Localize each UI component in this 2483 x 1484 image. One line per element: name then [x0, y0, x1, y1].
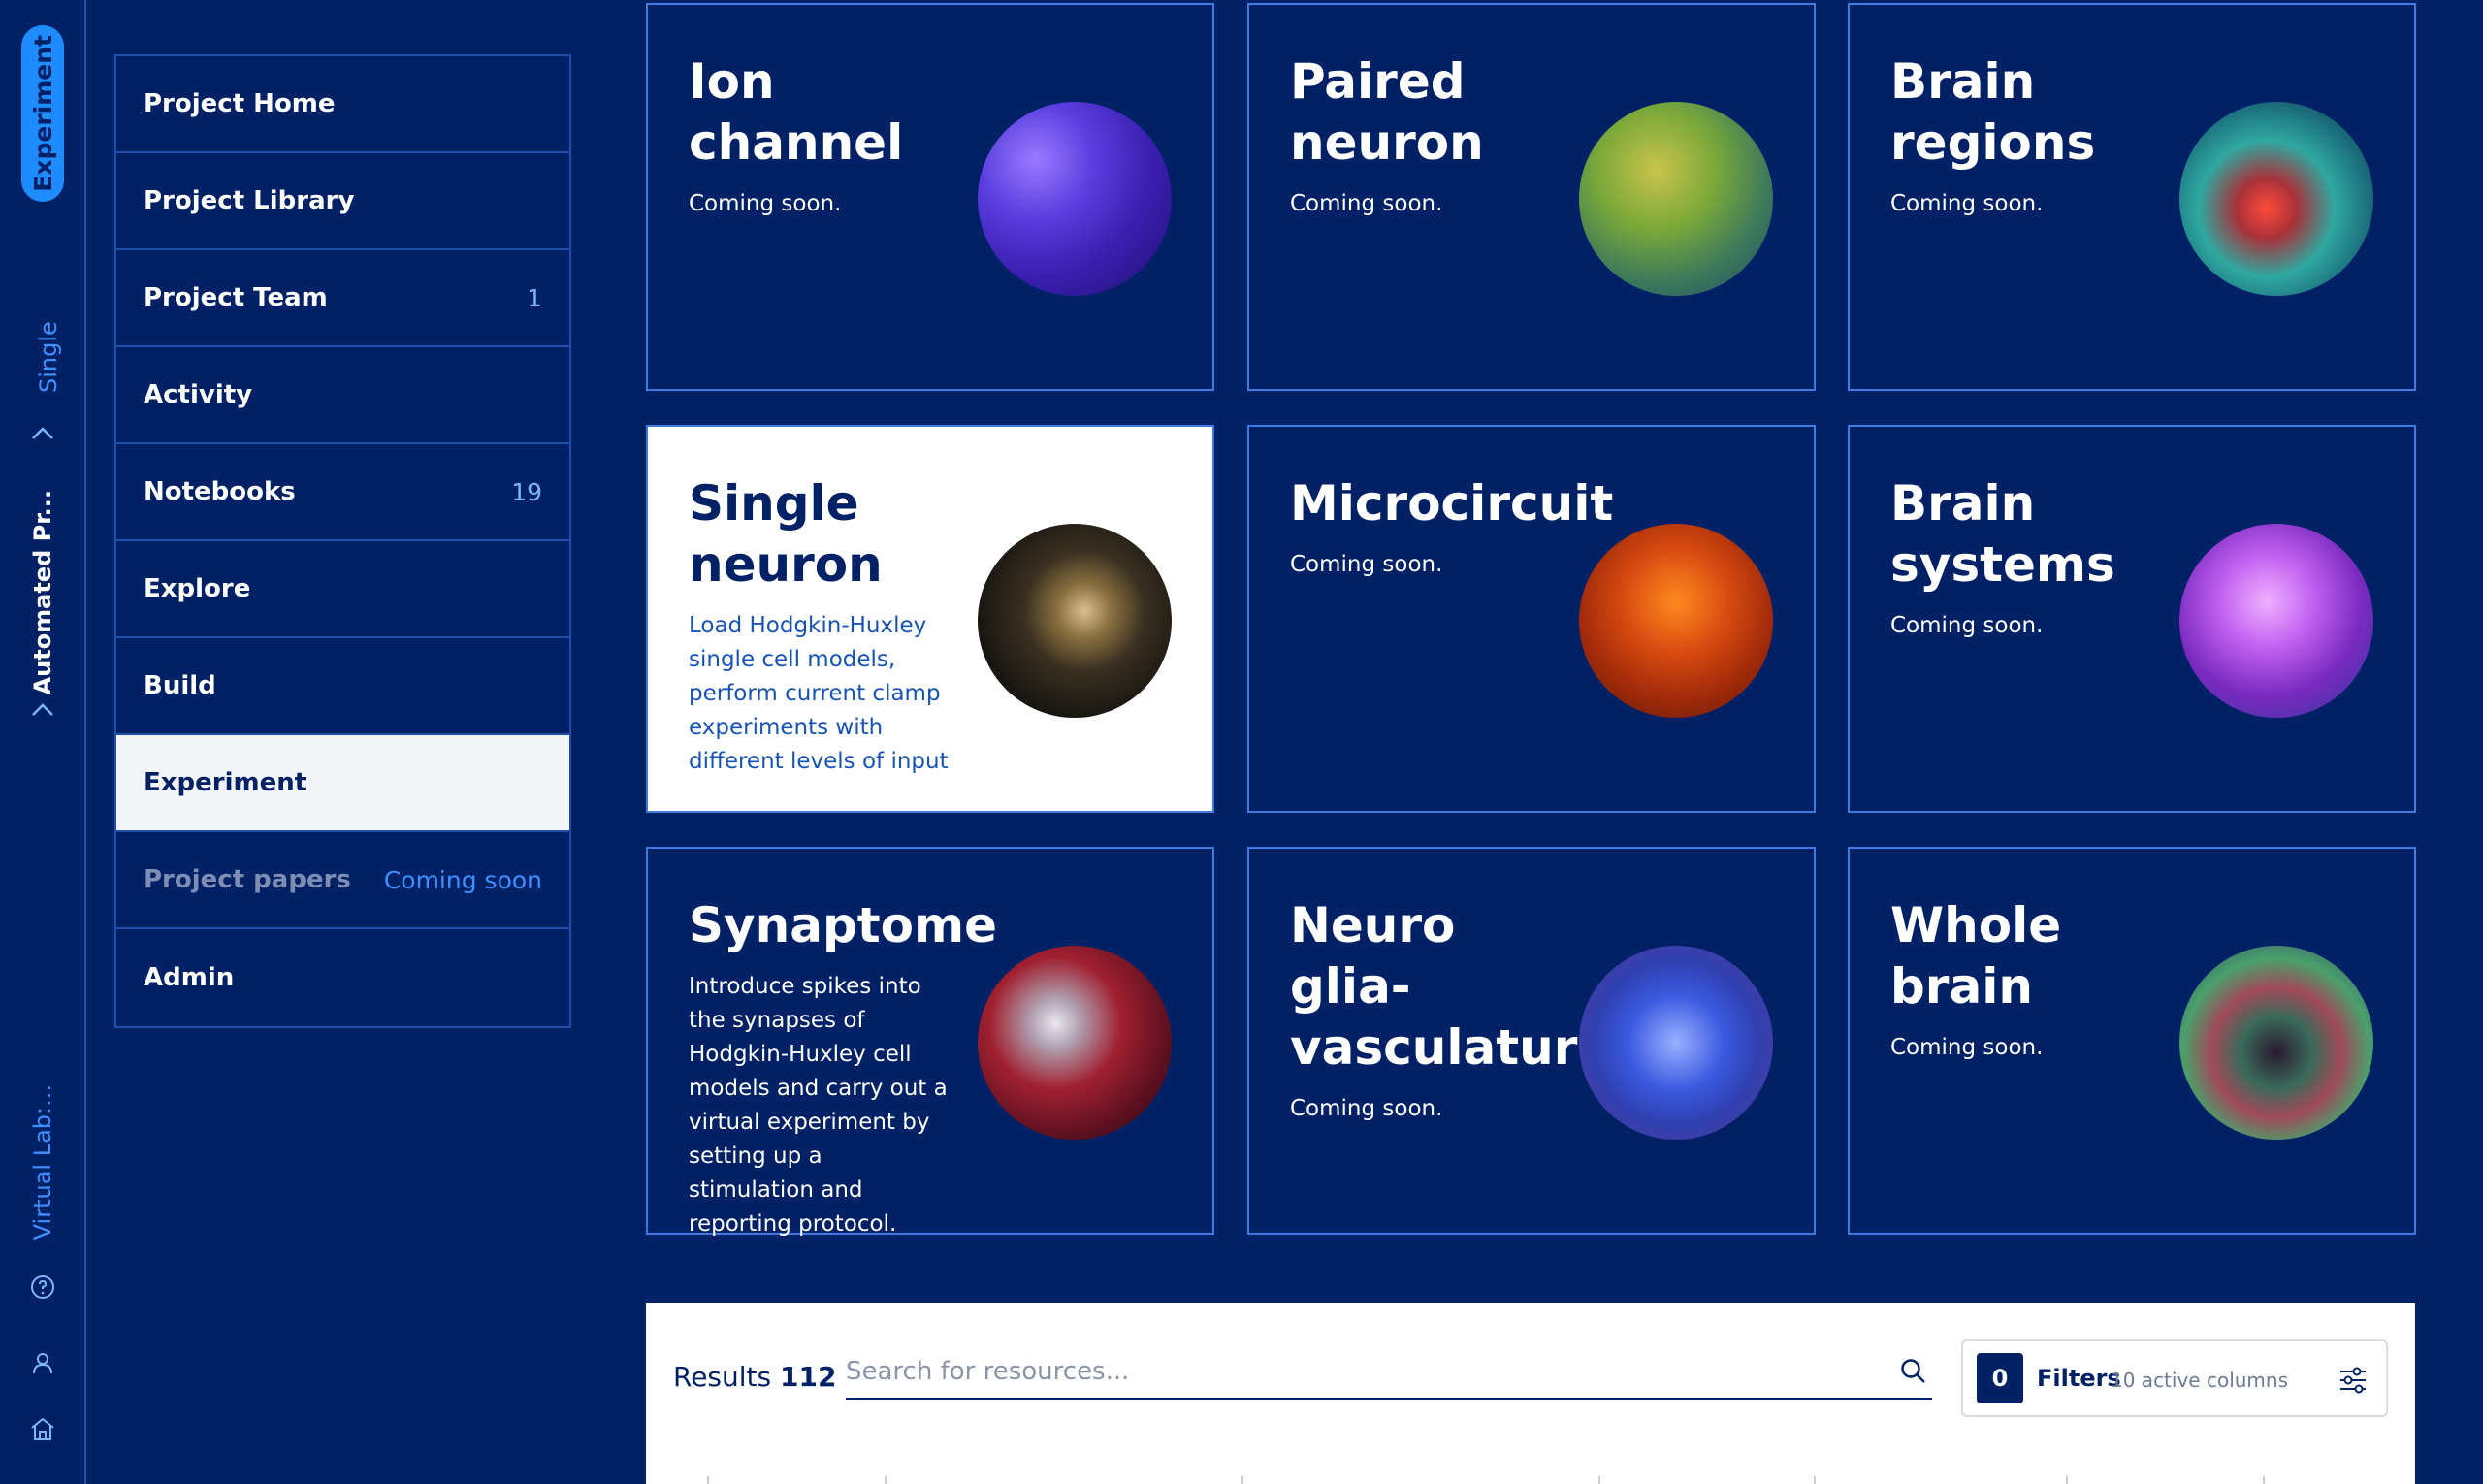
experiment-pill[interactable]: Experiment	[21, 25, 64, 202]
filters-label: Filters	[2037, 1365, 2121, 1392]
experiment-pill-label: Experiment	[28, 35, 57, 192]
search-input[interactable]	[846, 1345, 1874, 1398]
card-description: Introduce spikes into the synapses of Ho…	[689, 974, 948, 1237]
menu-item-build[interactable]: Build	[116, 638, 569, 735]
menu-item-label: Notebooks	[144, 477, 296, 506]
menu-item-explore[interactable]: Explore	[116, 541, 569, 638]
menu-item-activity[interactable]: Activity	[116, 347, 569, 444]
sliders-icon[interactable]	[2338, 1365, 2369, 1396]
ion-channel-image	[978, 102, 1172, 296]
menu-item-project-papers: Project papers Coming soon	[116, 832, 569, 929]
table-header-dividers	[707, 1476, 2265, 1484]
menu-item-project-library[interactable]: Project Library	[116, 153, 569, 250]
menu-item-count: 19	[511, 477, 542, 506]
results-panel: Results 112 0 Filters 10 active columns	[646, 1303, 2415, 1484]
filter-count-badge: 0	[1977, 1353, 2023, 1403]
search-box	[846, 1345, 1932, 1400]
menu-item-admin[interactable]: Admin	[116, 929, 569, 1026]
menu-item-label: Project Team	[144, 283, 328, 312]
card-description: Coming soon.	[1890, 1035, 2044, 1060]
help-icon[interactable]	[26, 1271, 59, 1304]
project-breadcrumb[interactable]: Automated Pr...	[29, 490, 56, 694]
filters-button[interactable]: 0 Filters 10 active columns	[1961, 1339, 2388, 1417]
brain-systems-image	[2179, 524, 2373, 718]
card-whole-brain[interactable]: Whole brain Coming soon.	[1848, 847, 2416, 1235]
menu-item-label: Admin	[144, 963, 235, 992]
card-description: Load Hodgkin-Huxley single cell models, …	[689, 613, 949, 774]
card-title: Paired neuron	[1290, 53, 1484, 171]
menu-item-count: 1	[527, 283, 542, 312]
menu-item-label: Experiment	[144, 768, 307, 797]
card-brain-regions[interactable]: Brain regions Coming soon.	[1848, 3, 2416, 391]
card-ion-channel[interactable]: Ion channel Coming soon.	[646, 3, 1214, 391]
menu-item-label: Activity	[144, 380, 253, 409]
synaptome-image	[978, 946, 1172, 1140]
card-title: Single neuron	[689, 475, 883, 593]
chevron-up-icon[interactable]	[26, 417, 59, 450]
home-icon[interactable]	[26, 1412, 59, 1445]
menu-item-label: Project papers	[144, 865, 351, 894]
card-description: Coming soon.	[1290, 191, 1443, 216]
menu-item-project-home[interactable]: Project Home	[116, 56, 569, 153]
card-title: Brain systems	[1890, 475, 2115, 593]
search-icon[interactable]	[1899, 1357, 1928, 1386]
card-title: Microcircuit	[1290, 475, 1614, 532]
chevron-up-icon[interactable]	[26, 694, 59, 726]
card-title: Whole brain	[1890, 897, 2062, 1015]
card-title: Neuro glia-vasculature	[1290, 897, 1611, 1076]
menu-item-label: Build	[144, 671, 216, 700]
card-description: Coming soon.	[1890, 613, 2044, 638]
menu-item-label: Project Library	[144, 186, 355, 215]
card-title: Synaptome	[689, 897, 997, 953]
card-description: Coming soon.	[689, 191, 842, 216]
card-description: Coming soon.	[1890, 191, 2044, 216]
card-title: Brain regions	[1890, 53, 2096, 171]
brain-regions-image	[2179, 102, 2373, 296]
menu-item-project-team[interactable]: Project Team 1	[116, 250, 569, 347]
results-title: Results	[673, 1361, 772, 1393]
user-icon[interactable]	[26, 1346, 59, 1379]
virtual-lab-breadcrumb[interactable]: Virtual Lab:...	[29, 1084, 56, 1240]
single-neuron-breadcrumb[interactable]: Single Neuron	[29, 296, 68, 393]
menu-item-label: Project Home	[144, 89, 336, 118]
card-title: Ion channel	[689, 53, 904, 171]
project-menu: Project Home Project Library Project Tea…	[114, 54, 571, 1028]
single-neuron-image	[978, 524, 1172, 718]
card-brain-systems[interactable]: Brain systems Coming soon.	[1848, 425, 2416, 813]
card-paired-neuron[interactable]: Paired neuron Coming soon.	[1247, 3, 1816, 391]
card-synaptome[interactable]: Synaptome Introduce spikes into the syna…	[646, 847, 1214, 1237]
card-description: Coming soon.	[1290, 552, 1443, 577]
card-microcircuit[interactable]: Microcircuit Coming soon.	[1247, 425, 1816, 813]
menu-item-experiment[interactable]: Experiment	[116, 735, 569, 832]
paired-neuron-image	[1579, 102, 1773, 296]
menu-item-label: Explore	[144, 574, 251, 603]
coming-soon-badge: Coming soon	[383, 865, 542, 894]
left-rail: Experiment Single Neuron Automated Pr...…	[0, 0, 86, 1484]
microcircuit-image	[1579, 524, 1773, 718]
results-label: Results 112	[673, 1361, 836, 1393]
card-single-neuron[interactable]: Single neuron Load Hodgkin-Huxley single…	[646, 425, 1214, 813]
whole-brain-image	[2179, 946, 2373, 1140]
neuro-glia-vasculature-image	[1579, 946, 1773, 1140]
active-columns-label: 10 active columns	[2111, 1369, 2288, 1392]
card-description: Coming soon.	[1290, 1096, 1443, 1121]
results-count: 112	[780, 1361, 837, 1393]
card-neuro-glia-vasculature[interactable]: Neuro glia-vasculature Coming soon.	[1247, 847, 1816, 1235]
menu-item-notebooks[interactable]: Notebooks 19	[116, 444, 569, 541]
